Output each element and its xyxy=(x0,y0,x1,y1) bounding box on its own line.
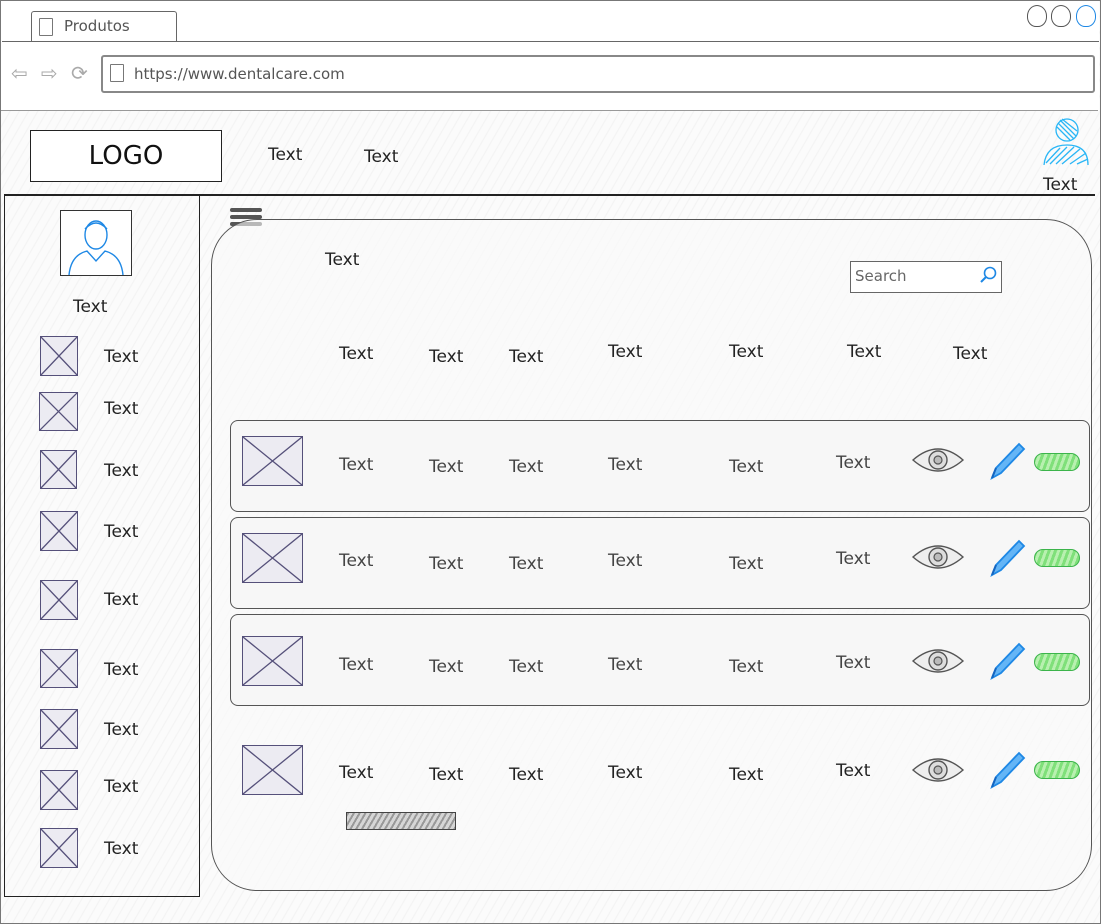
edit-pencil-icon[interactable] xyxy=(988,641,1026,681)
view-eye-icon[interactable] xyxy=(911,754,965,786)
profile-avatar xyxy=(60,210,132,276)
table-cell: Text xyxy=(729,765,764,785)
progress-fill xyxy=(347,813,455,829)
page-icon xyxy=(39,18,53,36)
table-cell: Text xyxy=(608,655,643,675)
table-cell: Text xyxy=(339,455,374,475)
progress-bar xyxy=(346,812,456,830)
product-image-icon xyxy=(242,533,303,583)
url-text: https://www.dentalcare.com xyxy=(134,65,345,83)
edit-pencil-icon[interactable] xyxy=(988,750,1026,790)
user-label[interactable]: Text xyxy=(1043,175,1077,195)
forward-icon[interactable]: ⇨ xyxy=(41,63,58,83)
minimize-icon[interactable] xyxy=(1027,5,1047,27)
product-image-icon xyxy=(242,745,303,795)
table-cell: Text xyxy=(429,457,464,477)
product-image-icon xyxy=(242,636,303,686)
nav-item-2[interactable]: Text xyxy=(364,147,398,167)
table-cell: Text xyxy=(836,453,871,473)
back-icon[interactable]: ⇦ xyxy=(11,63,28,83)
product-image-icon xyxy=(242,436,303,486)
table-cell: Text xyxy=(429,554,464,574)
search-placeholder: Search xyxy=(855,267,907,285)
edit-pencil-icon[interactable] xyxy=(988,441,1026,481)
browser-chrome: Produtos ⇦ ⇨ ⟳ https://www.dentalcare.co… xyxy=(1,1,1099,111)
search-icon[interactable] xyxy=(979,266,997,284)
view-eye-icon[interactable] xyxy=(911,444,965,476)
column-header[interactable]: Text xyxy=(729,342,763,362)
address-bar[interactable]: https://www.dentalcare.com xyxy=(101,55,1095,93)
column-header[interactable]: Text xyxy=(953,344,987,364)
user-avatar-icon[interactable] xyxy=(1040,117,1090,165)
table-cell: Text xyxy=(729,554,764,574)
table-cell: Text xyxy=(729,657,764,677)
sidebar-item-7[interactable]: Text xyxy=(104,720,138,740)
search-input[interactable]: Search xyxy=(850,261,1002,293)
user-profile-icon xyxy=(68,220,124,276)
table-cell: Text xyxy=(836,653,871,673)
sidebar-item-8[interactable]: Text xyxy=(104,777,138,797)
status-toggle[interactable] xyxy=(1034,653,1080,671)
sidebar-item-image-icon[interactable] xyxy=(40,709,78,749)
tab-title: Produtos xyxy=(64,17,130,35)
logo[interactable]: LOGO xyxy=(30,130,222,182)
table-cell: Text xyxy=(509,554,544,574)
table-cell: Text xyxy=(509,765,544,785)
table-cell: Text xyxy=(608,551,643,571)
table-cell: Text xyxy=(339,655,374,675)
browser-tab[interactable]: Produtos xyxy=(31,11,177,42)
sidebar-item-1[interactable]: Text xyxy=(104,347,138,367)
sidebar-item-9[interactable]: Text xyxy=(104,839,138,859)
table-cell: Text xyxy=(836,761,871,781)
sidebar-item-3[interactable]: Text xyxy=(104,461,138,481)
status-toggle[interactable] xyxy=(1034,549,1080,567)
status-toggle[interactable] xyxy=(1034,761,1080,779)
table-cell: Text xyxy=(836,549,871,569)
view-eye-icon[interactable] xyxy=(911,541,965,573)
column-header[interactable]: Text xyxy=(608,342,642,362)
column-header[interactable]: Text xyxy=(429,347,463,367)
maximize-icon[interactable] xyxy=(1051,5,1071,27)
edit-pencil-icon[interactable] xyxy=(988,538,1026,578)
table-cell: Text xyxy=(608,763,643,783)
table-cell: Text xyxy=(509,657,544,677)
sidebar-item-2[interactable]: Text xyxy=(104,399,138,419)
table-cell: Text xyxy=(509,457,544,477)
page-icon xyxy=(110,64,124,82)
sidebar-item-image-icon[interactable] xyxy=(40,649,78,688)
nav-item-1[interactable]: Text xyxy=(268,145,302,165)
tab-strip-divider xyxy=(2,41,1099,42)
sidebar-item-image-icon[interactable] xyxy=(40,450,77,489)
status-toggle[interactable] xyxy=(1034,453,1080,471)
sidebar-item-image-icon[interactable] xyxy=(40,580,78,620)
view-eye-icon[interactable] xyxy=(911,645,965,677)
column-header[interactable]: Text xyxy=(847,342,881,362)
sidebar-item-4[interactable]: Text xyxy=(104,522,138,542)
sidebar-item-6[interactable]: Text xyxy=(104,660,138,680)
sidebar-item-image-icon[interactable] xyxy=(40,511,78,551)
table-cell: Text xyxy=(339,763,374,783)
sidebar-item-image-icon[interactable] xyxy=(40,828,78,868)
refresh-icon[interactable]: ⟳ xyxy=(71,63,88,83)
sidebar-item-image-icon[interactable] xyxy=(40,770,78,810)
page-title: Text xyxy=(325,250,360,270)
sidebar-item-image-icon[interactable] xyxy=(39,392,78,431)
chrome-divider xyxy=(1,110,1098,111)
sidebar-item-5[interactable]: Text xyxy=(104,590,138,610)
sidebar-user-name: Text xyxy=(73,297,108,317)
table-cell: Text xyxy=(429,765,464,785)
table-cell: Text xyxy=(729,457,764,477)
column-header[interactable]: Text xyxy=(509,347,543,367)
table-cell: Text xyxy=(608,455,643,475)
table-cell: Text xyxy=(339,551,374,571)
column-header[interactable]: Text xyxy=(339,344,373,364)
close-icon[interactable] xyxy=(1076,5,1096,27)
sidebar-item-image-icon[interactable] xyxy=(40,336,78,376)
table-cell: Text xyxy=(429,657,464,677)
